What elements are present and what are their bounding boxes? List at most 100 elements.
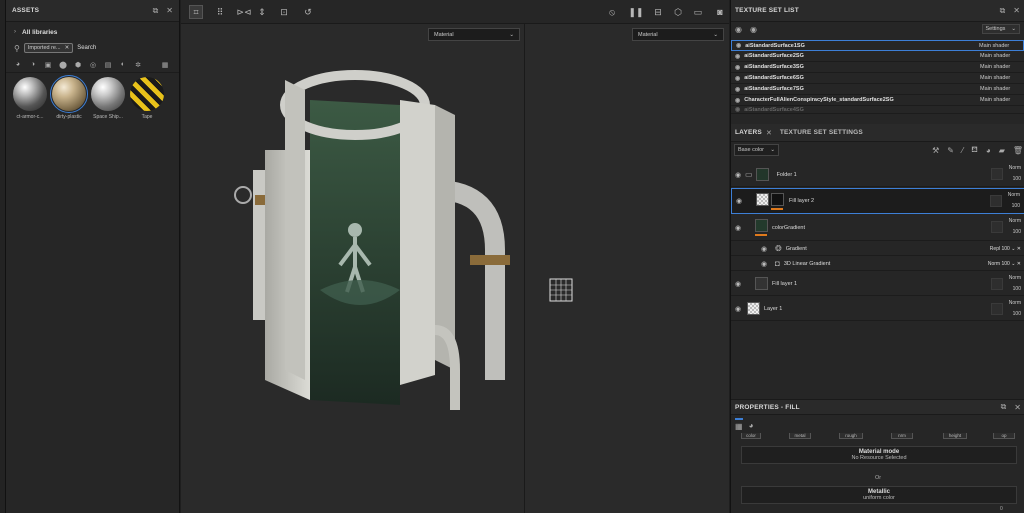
add-mask-icon[interactable]: ✎ [947, 144, 954, 156]
viewport-right-mode-select[interactable]: Material ⌄ [632, 28, 724, 41]
snap-icon[interactable]: ⊡ [277, 5, 291, 19]
eye-icon[interactable]: ◉ [735, 86, 740, 93]
fill-properties-icon[interactable]: ▦ [735, 418, 743, 432]
texture-set-row[interactable]: ◉ aiStandardSurface6SG Main shader [731, 73, 1024, 84]
effect-row-gradient[interactable]: ◉ ❂ Gradient Repl 100 ⌄ ✕ [731, 242, 1024, 256]
eye-icon[interactable]: ◉ [757, 245, 771, 253]
tab-texture-set-settings[interactable]: TEXTURE SET SETTINGS [780, 129, 863, 136]
filter-chip[interactable]: Imported re... ✕ [23, 43, 74, 53]
layer-blend[interactable]: Norm 100 [1009, 218, 1021, 235]
channel-toggle-color[interactable]: color [741, 433, 761, 439]
eye-icon[interactable]: ◉ [735, 53, 740, 60]
eye-icon[interactable]: ◉ [735, 64, 740, 71]
particles-filter-icon[interactable]: ✲ [134, 61, 142, 69]
layer-blend[interactable]: Norm 100 [1009, 275, 1021, 292]
eye-toggle-all-icon[interactable]: ◉ [735, 25, 742, 34]
texture-set-row[interactable]: ◉ CharacterFullAlienConspiracyStyle_stan… [731, 95, 1024, 106]
layer-blend[interactable]: Norm 100 [1008, 192, 1020, 209]
texture-set-shader[interactable]: Main shader [980, 53, 1020, 59]
channel-toggle-nrm[interactable]: nrm [891, 433, 913, 439]
generators-filter-icon[interactable]: ◎ [89, 61, 97, 69]
material-properties-icon[interactable]: ◕ [749, 418, 754, 432]
split-view-icon[interactable]: ⊟ [651, 5, 665, 19]
new-folder-icon[interactable]: ▰ [999, 144, 1005, 156]
eye-icon[interactable]: ◉ [757, 260, 771, 268]
asset-item[interactable]: dirty-plastic [50, 75, 88, 120]
texture-set-shader[interactable]: Main shader [980, 64, 1020, 70]
close-icon[interactable]: ✕ [1014, 403, 1021, 412]
eye-icon[interactable]: ◉ [736, 42, 741, 49]
texture-set-shader[interactable]: Main shader [980, 75, 1020, 81]
effect-blend[interactable]: Norm 100 ⌄ ✕ [988, 261, 1021, 267]
layer-blend[interactable]: Norm 100 [1009, 165, 1021, 182]
channel-select[interactable]: Base color ⌄ [734, 144, 779, 156]
filters-filter-icon[interactable]: ▤ [104, 61, 112, 69]
delete-icon[interactable]: 🗑 [1013, 144, 1023, 156]
layer-row-fill-1[interactable]: ◉ Fill layer 1 Norm 100 [731, 272, 1024, 296]
layer-row-color-gradient[interactable]: ◉ colorGradient Norm 100 [731, 215, 1024, 241]
eye-icon[interactable]: ◉ [735, 75, 740, 82]
close-icon[interactable]: ✕ [766, 129, 772, 137]
texture-set-row[interactable]: ◉ aiStandardSurface2SG Main shader [731, 51, 1024, 62]
layer-mask-thumbnail[interactable] [771, 192, 784, 206]
pop-out-icon[interactable]: ⧉ [153, 6, 159, 16]
layer-mask-slot[interactable] [991, 221, 1003, 233]
screenshot-icon[interactable]: ◙ [713, 5, 727, 19]
texture-set-row[interactable]: ◉ aiStandardSurface7SG Main shader [731, 84, 1024, 95]
texture-set-shader[interactable]: Main shader [979, 43, 1019, 49]
remove-filter-icon[interactable]: ✕ [65, 45, 70, 51]
eye-icon[interactable]: ◉ [731, 171, 745, 179]
texture-set-shader[interactable]: Main shader [980, 86, 1020, 92]
channel-toggle-op[interactable]: op [993, 433, 1015, 439]
channel-toggle-rough[interactable]: rough [839, 433, 863, 439]
layer-mask-slot[interactable] [990, 195, 1002, 207]
pause-icon[interactable]: ❚❚ [628, 5, 643, 19]
effect-row-3d-linear-gradient[interactable]: ◉ ◘ 3D Linear Gradient Norm 100 ⌄ ✕ [731, 257, 1024, 271]
texture-set-row[interactable]: ◉ aiStandardSurface4SG [731, 106, 1024, 114]
uv-tool-icon[interactable]: ⠿ [213, 5, 227, 19]
paint-layer-icon[interactable]: ⁄ [962, 144, 963, 156]
layer-row-layer-1[interactable]: ◉ Layer 1 Norm 100 [731, 297, 1024, 321]
library-selector[interactable]: › All libraries [6, 25, 179, 39]
eye-icon[interactable]: ◉ [731, 280, 745, 288]
layer-blend[interactable]: Norm 100 [1009, 300, 1021, 317]
grid-view-icon[interactable]: ▦ [161, 61, 169, 69]
mirror-x-icon[interactable]: ⊳⊲ [236, 5, 251, 19]
materials-filter-icon[interactable]: ◕ [14, 61, 22, 69]
pop-out-icon[interactable]: ⧉ [1000, 6, 1006, 16]
add-effect-icon[interactable]: ⚒ [932, 144, 939, 156]
eye-icon[interactable]: ◉ [735, 106, 740, 113]
textures-filter-icon[interactable]: ▣ [44, 61, 52, 69]
eye-icon[interactable]: ◉ [735, 97, 740, 104]
close-icon[interactable]: ✕ [1013, 6, 1020, 15]
material-mode-picker[interactable]: Material mode No Resource Selected [741, 446, 1017, 464]
alphas-filter-icon[interactable]: ⬢ [74, 61, 82, 69]
history-icon[interactable]: ↺ [301, 5, 315, 19]
channel-toggle-metal[interactable]: metal [789, 433, 811, 439]
asset-item[interactable]: ct-armor-c... [12, 77, 48, 120]
eye-icon[interactable]: ◉ [750, 25, 757, 34]
eye-icon[interactable]: ◉ [731, 305, 745, 313]
hide-icon[interactable]: ⦸ [605, 5, 619, 19]
eye-icon[interactable]: ◉ [732, 197, 746, 205]
fill-layer-icon[interactable]: ⛾ [971, 144, 978, 156]
texture-set-shader[interactable]: Main shader [980, 97, 1020, 103]
add-folder-icon[interactable]: ◕ [986, 144, 991, 156]
layer-row-folder[interactable]: ◉ ▭ Folder 1 Norm 100 [731, 163, 1024, 187]
search-input[interactable]: Search [77, 45, 96, 51]
effect-blend[interactable]: Repl 100 ⌄ ✕ [990, 246, 1021, 252]
asset-item[interactable]: Tape [129, 77, 165, 120]
brushes-filter-icon[interactable]: ⬤ [59, 61, 67, 69]
grid-select-tool-icon[interactable]: ⌗ [189, 5, 203, 19]
layer-row-fill-2[interactable]: ◉ Fill layer 2 Norm 100 [731, 188, 1024, 214]
camera-cube-icon[interactable]: ⬡ [671, 5, 685, 19]
eye-icon[interactable]: ◉ [731, 224, 745, 232]
metallic-picker[interactable]: Metallic uniform color [741, 486, 1017, 504]
environments-filter-icon[interactable]: ◐ [119, 61, 127, 69]
layer-mask-slot[interactable] [991, 278, 1003, 290]
folder-icon[interactable]: ▭ [745, 170, 753, 179]
viewport-left-mode-select[interactable]: Material ⌄ [428, 28, 520, 41]
asset-item[interactable]: Space Ship... [90, 77, 126, 120]
pop-out-icon[interactable]: ⧉ [1001, 402, 1007, 412]
layer-mask-slot[interactable] [991, 303, 1003, 315]
